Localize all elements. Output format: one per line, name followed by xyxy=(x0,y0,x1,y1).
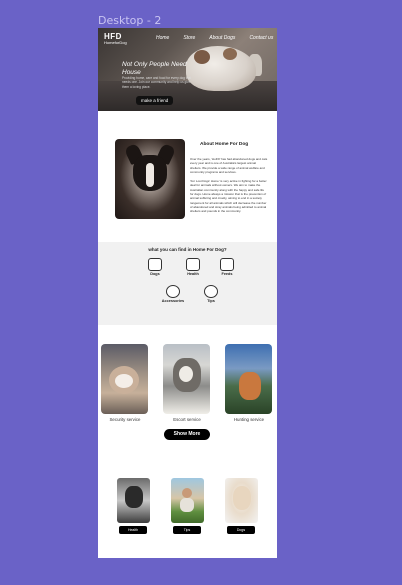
find-title: what you can find in Home For Dog? xyxy=(148,247,227,252)
dog-blaze xyxy=(146,163,154,187)
logo-subtitle: HomeforDog xyxy=(104,40,127,45)
category-label: Feeds xyxy=(221,272,233,276)
about-title: About Home For Dog xyxy=(200,142,249,147)
logo[interactable]: HFD HomeforDog xyxy=(104,33,127,45)
accessories-icon xyxy=(166,285,180,298)
security-service-image[interactable] xyxy=(101,344,148,414)
category-label: Dogs xyxy=(150,272,160,276)
nav-about-dogs[interactable]: About Dogs xyxy=(209,35,235,41)
escort-service-image[interactable] xyxy=(163,344,210,414)
dog-icon xyxy=(148,258,162,271)
bulldog-face-shape xyxy=(115,374,133,388)
hero-subtext: Providing home, care and food for every … xyxy=(122,76,192,89)
category-health[interactable]: Health xyxy=(178,258,208,276)
shiba-shape xyxy=(239,372,261,400)
category-label: Tips xyxy=(207,299,215,303)
nav-contact-us[interactable]: Contact us xyxy=(249,35,273,41)
frame-title: Desktop - 2 xyxy=(98,14,162,27)
escort-service-label: Escort service xyxy=(173,417,201,422)
nav-store[interactable]: Store xyxy=(183,35,195,41)
health-icon xyxy=(186,258,200,271)
category-dogs[interactable]: Dogs xyxy=(140,258,170,276)
hero-dog-patch xyxy=(194,50,210,64)
tips-button[interactable]: Tips xyxy=(173,526,201,534)
category-tips[interactable]: Tips xyxy=(196,285,226,303)
show-more-button[interactable]: Show More xyxy=(164,429,210,440)
hunting-service-label: Hunting service xyxy=(233,417,265,422)
main-nav: Home Store About Dogs Contact us xyxy=(156,35,277,41)
about-paragraph-2: 'For Lost Dogs' Home' is very active in … xyxy=(190,179,267,214)
health-image[interactable] xyxy=(117,478,150,523)
feeds-icon xyxy=(220,258,234,271)
about-dog-image xyxy=(115,139,185,219)
person-head-shape xyxy=(182,488,192,498)
puppy-shape xyxy=(233,486,251,510)
husky-face-shape xyxy=(179,366,193,382)
make-a-friend-button[interactable]: make a friend xyxy=(136,96,174,105)
dog-shape xyxy=(125,486,143,508)
security-service-label: Security service xyxy=(109,417,141,422)
hero-headline: Not Only People Need House xyxy=(122,61,187,76)
hero-dog-patch-2 xyxy=(223,48,237,60)
person-body-shape xyxy=(180,498,194,512)
category-feeds[interactable]: Feeds xyxy=(212,258,242,276)
find-section: what you can find in Home For Dog? Dogs … xyxy=(98,242,277,325)
dogs-button[interactable]: Dogs xyxy=(227,526,255,534)
tips-icon xyxy=(204,285,218,298)
about-paragraph-1: Over the years, 'HoFD' has had abandoned… xyxy=(190,157,268,175)
hunting-service-image[interactable] xyxy=(225,344,272,414)
dogs-image[interactable] xyxy=(225,478,258,523)
tips-image[interactable] xyxy=(171,478,204,523)
category-label: Accessories xyxy=(161,299,185,303)
category-accessories[interactable]: Accessories xyxy=(158,285,188,303)
landing-page: HFD HomeforDog Home Store About Dogs Con… xyxy=(98,28,277,558)
hero-section: HFD HomeforDog Home Store About Dogs Con… xyxy=(98,28,277,111)
category-label: Health xyxy=(187,272,199,276)
health-button[interactable]: Health xyxy=(119,526,147,534)
nav-home[interactable]: Home xyxy=(156,35,169,41)
